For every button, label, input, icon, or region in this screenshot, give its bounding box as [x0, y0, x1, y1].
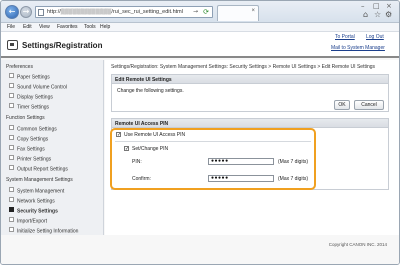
browser-tab[interactable]: × — [217, 5, 259, 21]
favorites-icon[interactable]: ☆ — [374, 10, 381, 19]
sidebar-item-sound-volume-control[interactable]: Sound Volume Control — [9, 83, 67, 90]
refresh-icon[interactable]: ⟳ — [203, 8, 209, 16]
divider — [115, 141, 311, 142]
main-content: Settings/Registration: System Management… — [105, 60, 399, 235]
minimize-icon[interactable]: – — [361, 2, 365, 10]
page-icon — [38, 9, 44, 16]
menu-help[interactable]: Help — [100, 24, 110, 30]
to-portal-link[interactable]: To Portal — [335, 34, 355, 40]
sidebar-heading-preferences: Preferences — [6, 64, 33, 70]
sidebar-item-import-export[interactable]: Import/Export — [9, 217, 47, 224]
pin-hint: (Max 7 digits) — [278, 159, 309, 165]
menu-edit[interactable]: Edit — [23, 24, 32, 30]
sidebar-item-output-report-settings[interactable]: Output Report Settings — [9, 165, 68, 172]
menu-file[interactable]: File — [7, 24, 15, 30]
tools-icon[interactable]: ⚙ — [385, 10, 392, 19]
sidebar-item-security-settings[interactable]: Security Settings — [9, 207, 58, 214]
ok-button[interactable]: OK — [334, 100, 350, 110]
page-title: Settings/Registration — [22, 41, 103, 50]
menu-view[interactable]: View — [39, 24, 50, 30]
mail-to-system-manager-link[interactable]: Mail to System Manager — [331, 45, 385, 51]
pin-label: PIN: — [132, 159, 142, 165]
back-button[interactable]: ← — [5, 5, 19, 19]
sidebar-heading-system-management-settings: System Management Settings — [6, 177, 73, 183]
pin-section-title: Remote UI Access PIN — [112, 119, 388, 128]
sidebar-heading-function-settings: Function Settings — [6, 115, 45, 121]
confirm-label: Confirm: — [132, 176, 151, 182]
forward-button[interactable]: → — [20, 6, 32, 18]
copyright-text: Copyright CANON INC. 2014 — [328, 242, 387, 247]
edit-remote-ui-settings-section: Edit Remote UI Settings Change the follo… — [111, 74, 389, 112]
sidebar-item-network-settings[interactable]: Network Settings — [9, 197, 55, 204]
sidebar-item-initialize-setting-information[interactable]: Initialize Setting Information — [9, 227, 78, 234]
menu-bar: File Edit View Favorites Tools Help — [1, 23, 399, 32]
set-change-pin-label: Set/Change PIN — [132, 146, 169, 152]
confirm-pin-input[interactable]: ●●●●● — [208, 175, 274, 182]
settings-app-icon — [7, 40, 18, 50]
home-icon[interactable]: ⌂ — [363, 10, 368, 19]
app-header: Settings/Registration To Portal Log Out … — [1, 32, 399, 58]
sidebar-item-paper-settings[interactable]: Paper Settings — [9, 73, 50, 80]
footer: Copyright CANON INC. 2014 — [1, 235, 399, 264]
go-icon[interactable]: → — [193, 8, 198, 15]
maximize-icon[interactable]: □ — [373, 2, 380, 10]
address-url: http://▒▒▒▒▒▒▒▒▒▒▒▒▒/rui_sec_rui_setting… — [47, 9, 183, 15]
use-pin-label: Use Remote UI Access PIN — [124, 132, 186, 138]
sidebar-item-fax-settings[interactable]: Fax Settings — [9, 145, 45, 152]
sidebar-item-copy-settings[interactable]: Copy Settings — [9, 135, 48, 142]
sidebar-item-display-settings[interactable]: Display Settings — [9, 93, 53, 100]
tab-close-icon[interactable]: × — [251, 8, 255, 14]
set-change-pin-checkbox[interactable]: ✓ — [124, 146, 129, 152]
log-out-link[interactable]: Log Out — [366, 34, 384, 40]
sidebar-item-system-management[interactable]: System Management — [9, 187, 64, 194]
sidebar: Preferences Paper Settings Sound Volume … — [1, 60, 104, 235]
browser-titlebar: ← → http://▒▒▒▒▒▒▒▒▒▒▒▒▒/rui_sec_rui_set… — [1, 1, 399, 23]
use-pin-checkbox[interactable]: ✓ — [116, 132, 121, 138]
menu-tools[interactable]: Tools — [84, 24, 96, 30]
breadcrumb: Settings/Registration: System Management… — [111, 64, 376, 70]
pin-input[interactable]: ●●●●● — [208, 158, 274, 165]
cancel-button[interactable]: Cancel — [354, 100, 384, 110]
address-bar[interactable]: http://▒▒▒▒▒▒▒▒▒▒▒▒▒/rui_sec_rui_setting… — [35, 6, 213, 18]
instruction-text: Change the following settings. — [117, 88, 184, 94]
sidebar-item-common-settings[interactable]: Common Settings — [9, 125, 57, 132]
edit-section-title: Edit Remote UI Settings — [112, 75, 388, 84]
confirm-hint: (Max 7 digits) — [278, 176, 309, 182]
close-window-icon[interactable]: × — [386, 2, 392, 10]
menu-favorites[interactable]: Favorites — [57, 24, 78, 30]
sidebar-item-timer-settings[interactable]: Timer Settings — [9, 103, 49, 110]
browser-window: ← → http://▒▒▒▒▒▒▒▒▒▒▒▒▒/rui_sec_rui_set… — [0, 0, 400, 265]
sidebar-item-printer-settings[interactable]: Printer Settings — [9, 155, 51, 162]
